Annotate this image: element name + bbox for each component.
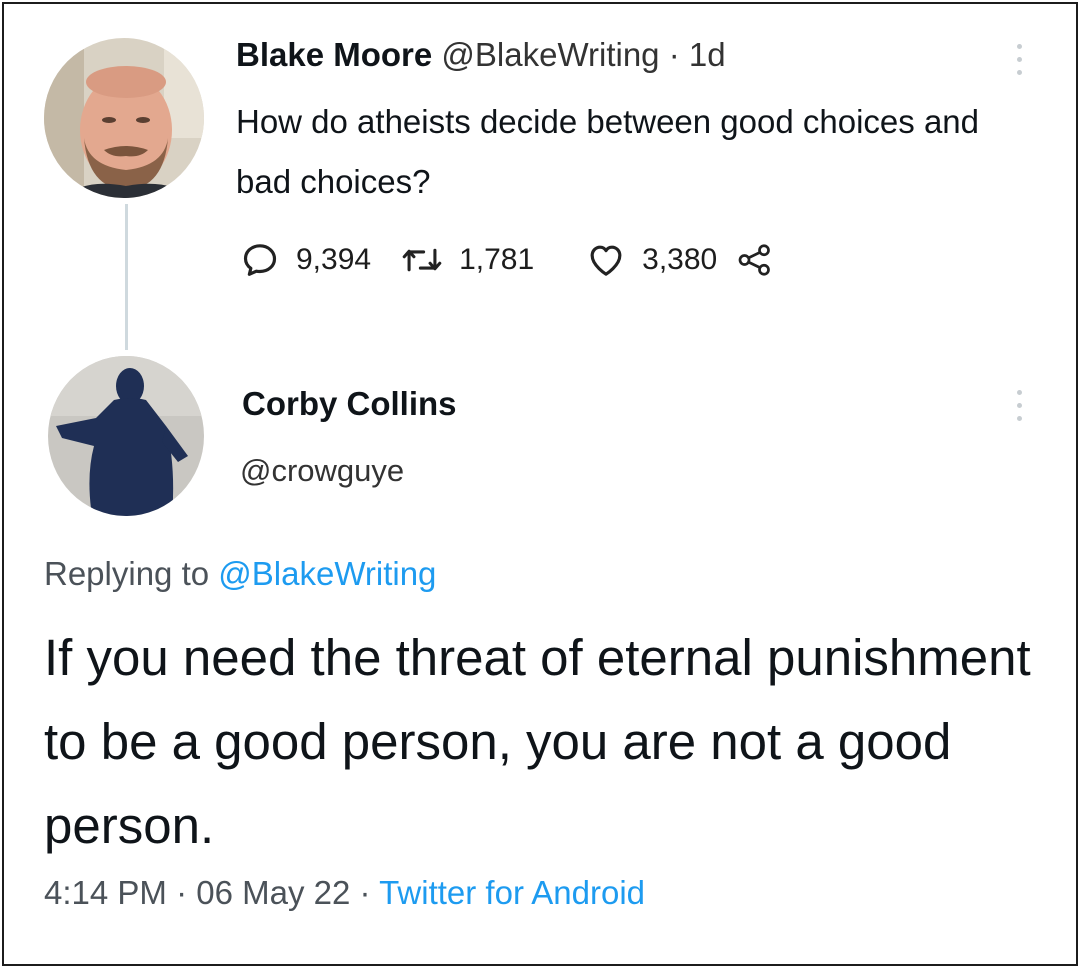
more-options-icon[interactable] xyxy=(1013,42,1027,78)
tweet-date: · 06 May 22 · xyxy=(176,874,371,911)
thread-connector-line xyxy=(125,204,128,350)
tweet-text: How do atheists decide between good choi… xyxy=(236,103,979,200)
reply-author-handle[interactable]: @crowguye xyxy=(240,453,404,489)
avatar-photo-man-icon xyxy=(44,38,204,198)
heart-icon xyxy=(590,245,622,276)
replying-to-line: Replying to @BlakeWriting xyxy=(44,555,436,593)
tweet-source-link[interactable]: Twitter for Android xyxy=(379,874,645,911)
tweet-timestamp[interactable]: · 1d xyxy=(669,36,726,73)
share-icon xyxy=(738,244,771,276)
avatar-photo-shadow-icon xyxy=(48,356,204,516)
replying-to-label: Replying to xyxy=(44,555,210,592)
replying-to-mention[interactable]: @BlakeWriting xyxy=(218,555,436,592)
reply-tweet-text: If you need the threat of eternal punish… xyxy=(44,629,1031,854)
comment-bubble-icon xyxy=(243,244,277,276)
reply-author-name[interactable]: Corby Collins xyxy=(242,385,457,423)
avatar-blake-moore[interactable] xyxy=(44,38,204,198)
retweet-count: 1,781 xyxy=(459,243,535,276)
author-name[interactable]: Blake Moore xyxy=(236,36,432,73)
avatar-corby-collins[interactable] xyxy=(48,356,204,516)
author-handle[interactable]: @BlakeWriting xyxy=(441,36,659,73)
retweet-icon xyxy=(402,248,442,272)
tweet-metadata: 4:14 PM · 06 May 22 · Twitter for Androi… xyxy=(44,874,645,912)
tweet-screenshot-frame: Blake Moore @BlakeWriting · 1d How do at… xyxy=(2,2,1078,966)
tweet-header: Blake Moore @BlakeWriting · 1d xyxy=(236,36,726,74)
reply-count: 9,394 xyxy=(296,243,372,276)
like-count: 3,380 xyxy=(642,243,718,276)
tweet-actions-bar: 9,394 1,781 3,380 xyxy=(240,238,773,282)
share-button[interactable] xyxy=(737,242,773,278)
like-button[interactable]: 3,380 xyxy=(586,240,717,280)
tweet-time[interactable]: 4:14 PM xyxy=(44,874,167,911)
more-options-icon[interactable] xyxy=(1013,388,1027,424)
reply-button[interactable]: 9,394 xyxy=(240,240,371,280)
retweet-button[interactable]: 1,781 xyxy=(401,240,534,280)
